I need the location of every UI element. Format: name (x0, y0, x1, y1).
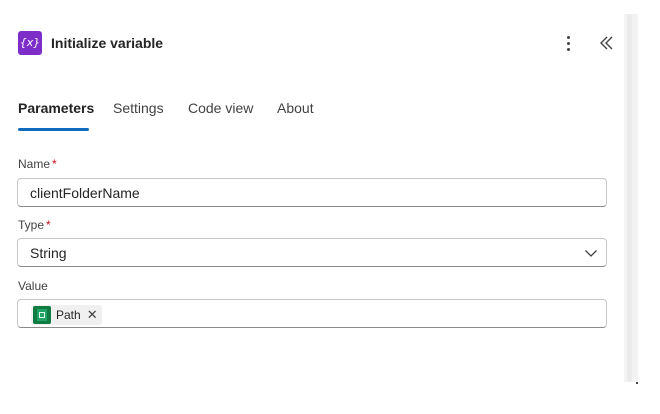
chevron-down-icon (585, 250, 597, 257)
panel-header: {x} Initialize variable (18, 31, 618, 57)
more-options-icon-dot (567, 48, 570, 51)
active-tab-indicator (18, 128, 89, 131)
collapse-panel-button[interactable] (596, 32, 618, 54)
token-label: Path (56, 307, 81, 322)
value-label-text: Value (18, 279, 48, 293)
type-field-label: Type * (18, 218, 51, 232)
name-label-text: Name (18, 157, 51, 171)
double-chevron-left-icon (600, 36, 613, 50)
value-input[interactable]: Path ✕ (17, 299, 607, 328)
type-selected-value: String (30, 245, 67, 261)
resize-handle (636, 382, 638, 384)
vertical-scrollbar[interactable] (624, 14, 638, 382)
type-label-text: Type (18, 218, 45, 232)
tab-about[interactable]: About (277, 100, 314, 116)
name-input[interactable]: clientFolderName (17, 178, 607, 207)
variable-icon: {x} (18, 31, 42, 55)
more-options-icon (567, 36, 570, 39)
name-field-label: Name * (18, 157, 57, 171)
tab-code-view[interactable]: Code view (188, 100, 253, 116)
value-field-label: Value (18, 279, 48, 293)
initialize-variable-panel: {x} Initialize variable Parameters Setti… (0, 0, 626, 414)
remove-token-button[interactable]: ✕ (87, 305, 98, 325)
tab-parameters[interactable]: Parameters (18, 100, 94, 116)
excel-sheet-icon (33, 306, 51, 324)
tab-settings[interactable]: Settings (113, 100, 164, 116)
excel-sheet-icon-grid (39, 312, 45, 318)
required-indicator: * (46, 218, 51, 232)
panel-title: Initialize variable (51, 35, 164, 51)
scrollbar-thumb[interactable] (627, 14, 632, 382)
more-options-icon-dot (567, 42, 570, 45)
path-token[interactable]: Path ✕ (31, 305, 102, 325)
required-indicator: * (52, 157, 57, 171)
type-dropdown[interactable]: String (17, 238, 607, 267)
more-options-button[interactable] (558, 33, 580, 55)
